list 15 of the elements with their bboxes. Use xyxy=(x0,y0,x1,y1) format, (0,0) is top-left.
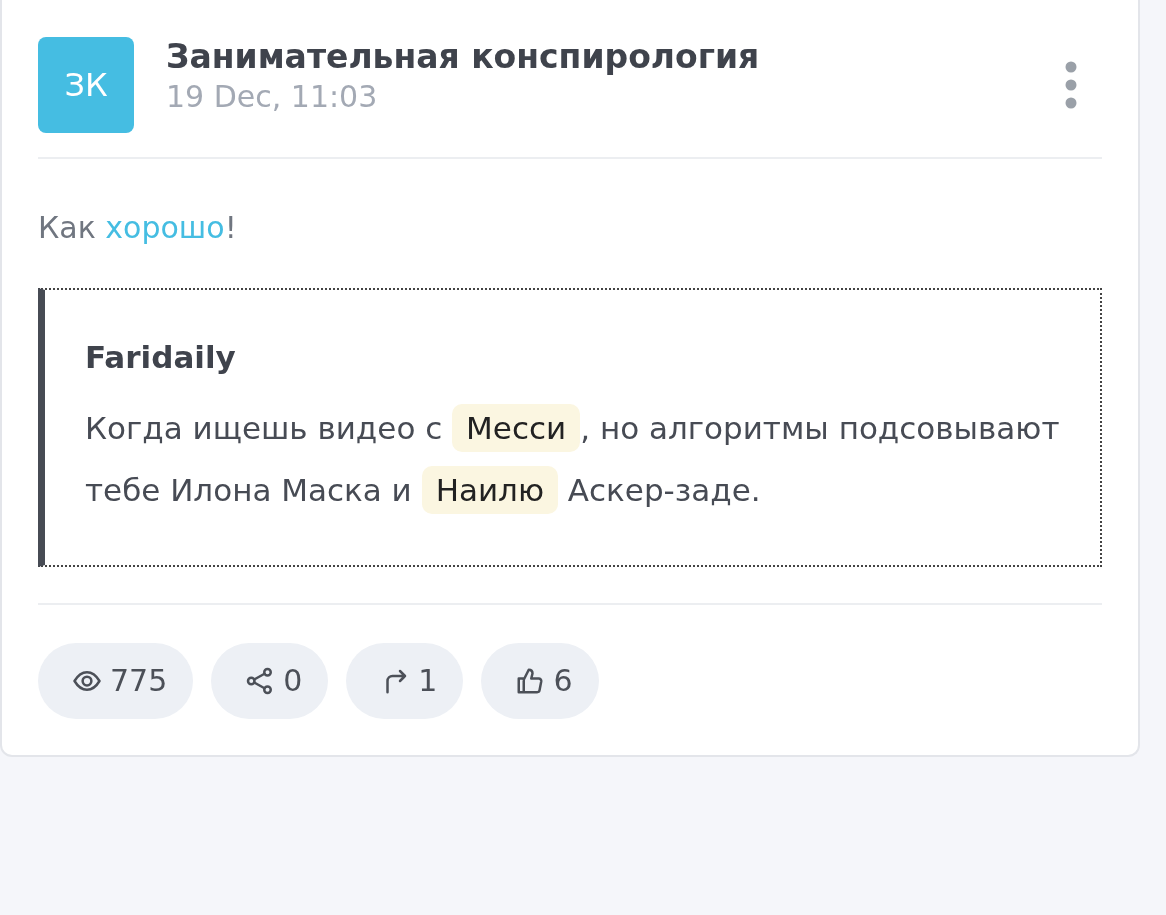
stat-pill[interactable]: 1 xyxy=(346,642,464,719)
stat-pill[interactable]: 775 xyxy=(38,642,194,719)
post-text: Как хорошо! xyxy=(38,209,238,247)
quote-author: Faridaily xyxy=(85,338,237,377)
stat-count: 0 xyxy=(283,662,303,700)
stat-count: 1 xyxy=(418,662,438,700)
more-menu-icon[interactable] xyxy=(1064,61,1078,109)
quote-text: Когда ищешь видео с Месси , но алгоритмы подсовывают тебе Илона Маска и Наилю Аскер-заде. xyxy=(85,396,1060,521)
stat-count: 775 xyxy=(110,662,168,700)
post-time: 19 Dec, 11:03 xyxy=(166,77,379,116)
channel-avatar: ЗК xyxy=(38,37,134,133)
stat-pill[interactable]: 0 xyxy=(211,642,329,719)
stat-count: 6 xyxy=(553,662,573,700)
channel-title[interactable]: Занимательная конспирология xyxy=(166,37,1040,77)
stat-pill[interactable]: 6 xyxy=(481,642,599,719)
